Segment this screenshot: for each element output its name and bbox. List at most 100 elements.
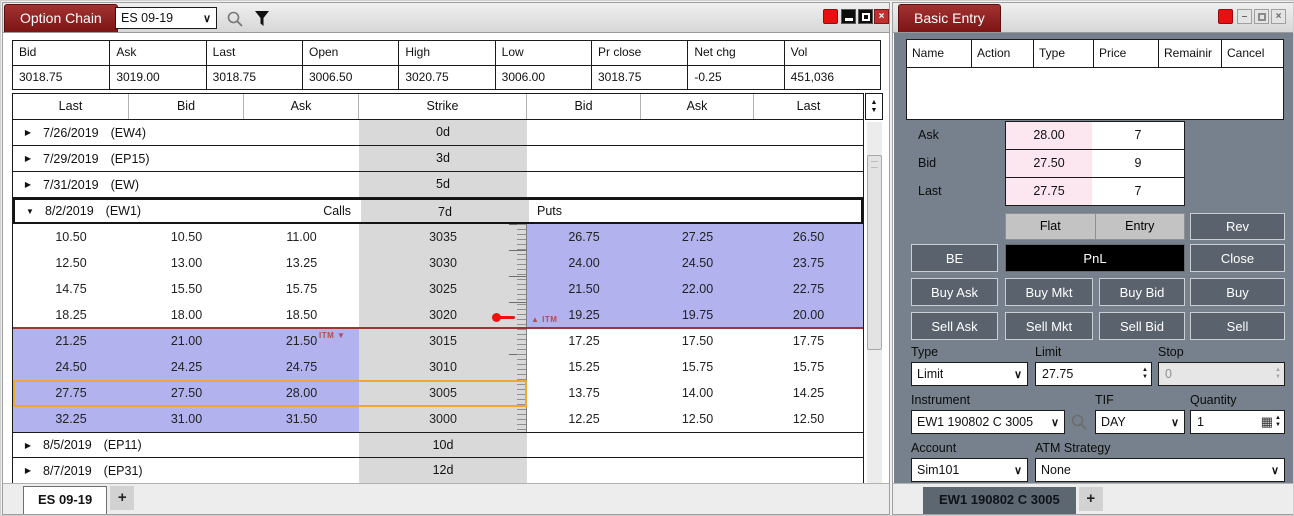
limit-price-stepper[interactable]: 27.75 ▲ ▼: [1035, 362, 1152, 386]
bid-price[interactable]: 27.50: [1005, 149, 1093, 178]
sell-mkt-button[interactable]: Sell Mkt: [1005, 312, 1093, 340]
put-ask-cell[interactable]: 24.50: [641, 250, 754, 276]
step-up-icon[interactable]: ▲: [1275, 415, 1281, 422]
buy-ask-button[interactable]: Buy Ask: [911, 278, 998, 306]
expand-arrow-icon[interactable]: ▶: [13, 466, 43, 475]
put-bid-cell[interactable]: 15.25: [527, 354, 641, 380]
quantity-stepper[interactable]: 1 ▦ ▲ ▼: [1190, 410, 1285, 434]
sell-button[interactable]: Sell: [1190, 312, 1285, 340]
put-last-cell[interactable]: 20.00: [754, 302, 863, 328]
call-bid-cell[interactable]: 21.00: [129, 328, 244, 354]
scrollbar-arrow-buttons[interactable]: ▲ ▼: [865, 93, 883, 120]
buy-button[interactable]: Buy: [1190, 278, 1285, 306]
instrument-selector[interactable]: ES 09-19 ∨: [115, 7, 217, 29]
put-ask-cell[interactable]: 17.50: [641, 328, 754, 354]
add-tab-button[interactable]: +: [110, 486, 134, 510]
instrument-search-icon[interactable]: [1070, 413, 1088, 431]
expand-arrow-icon[interactable]: ▶: [13, 441, 43, 450]
call-bid-cell[interactable]: 31.00: [129, 406, 244, 432]
call-ask-cell[interactable]: 24.75: [244, 354, 359, 380]
call-ask-cell[interactable]: 11.00: [244, 224, 359, 250]
minimize-button[interactable]: –: [1237, 9, 1252, 24]
account-dropdown[interactable]: Sim101 ∨: [911, 458, 1028, 482]
add-tab-button[interactable]: +: [1079, 487, 1103, 511]
entry-button[interactable]: Entry: [1096, 214, 1185, 239]
expiry-row[interactable]: ▶ 8/7/2019 (EP31) 12d: [13, 458, 863, 484]
put-ask-cell[interactable]: 22.00: [641, 276, 754, 302]
call-ask-cell[interactable]: 13.25: [244, 250, 359, 276]
put-ask-cell[interactable]: 15.75: [641, 354, 754, 380]
instrument-dropdown[interactable]: EW1 190802 C 3005 ∨: [911, 410, 1065, 434]
close-button[interactable]: ×: [1271, 9, 1286, 24]
step-up-icon[interactable]: ▲: [1142, 367, 1148, 374]
last-price[interactable]: 27.75: [1005, 177, 1093, 206]
reverse-button[interactable]: Rev: [1190, 213, 1285, 240]
tab-ew1-190802-c-3005[interactable]: EW1 190802 C 3005: [923, 487, 1076, 514]
call-ask-cell[interactable]: 15.75: [244, 276, 359, 302]
collapse-arrow-icon[interactable]: ▼: [15, 207, 45, 216]
put-bid-cell[interactable]: 13.75: [527, 380, 641, 406]
put-bid-cell[interactable]: 21.50: [527, 276, 641, 302]
call-bid-cell[interactable]: 13.00: [129, 250, 244, 276]
pnl-display[interactable]: PnL: [1005, 244, 1185, 272]
call-last-cell[interactable]: 24.50: [13, 354, 129, 380]
expand-arrow-icon[interactable]: ▶: [13, 128, 43, 137]
call-bid-cell[interactable]: 18.00: [129, 302, 244, 328]
put-last-cell[interactable]: 12.50: [754, 406, 863, 432]
atm-strategy-dropdown[interactable]: None ∨: [1035, 458, 1285, 482]
call-last-cell[interactable]: 14.75: [13, 276, 129, 302]
call-last-cell[interactable]: 21.25: [13, 328, 129, 354]
tab-es-09-19[interactable]: ES 09-19: [23, 486, 107, 514]
sell-bid-button[interactable]: Sell Bid: [1099, 312, 1185, 340]
put-ask-cell[interactable]: 27.25: [641, 224, 754, 250]
call-last-cell[interactable]: 10.50: [13, 224, 129, 250]
maximize-button[interactable]: [858, 9, 873, 24]
call-last-cell[interactable]: 18.25: [13, 302, 129, 328]
minimize-button[interactable]: [841, 9, 856, 24]
scrollbar-track[interactable]: [867, 122, 882, 484]
chain-scrollbar[interactable]: ▲ ▼: [865, 93, 883, 484]
call-bid-cell[interactable]: 24.25: [129, 354, 244, 380]
put-last-cell[interactable]: 22.75: [754, 276, 863, 302]
scroll-up-icon[interactable]: ▲: [871, 99, 878, 107]
put-bid-cell[interactable]: 17.25: [527, 328, 641, 354]
maximize-button[interactable]: [1254, 9, 1269, 24]
scroll-down-icon[interactable]: ▼: [871, 107, 878, 115]
close-position-button[interactable]: Close: [1190, 244, 1285, 272]
tif-dropdown[interactable]: DAY ∨: [1095, 410, 1185, 434]
search-icon[interactable]: [226, 10, 244, 28]
buy-mkt-button[interactable]: Buy Mkt: [1005, 278, 1093, 306]
sell-ask-button[interactable]: Sell Ask: [911, 312, 998, 340]
put-bid-cell[interactable]: 12.25: [527, 406, 641, 432]
expiry-row[interactable]: ▶ 7/26/2019 (EW4) 0d: [13, 120, 863, 146]
expiry-row[interactable]: ▶ 8/5/2019 (EP11) 10d: [13, 432, 863, 458]
option-chain-titlebar[interactable]: Option Chain ES 09-19 ∨ ×: [3, 3, 889, 33]
call-bid-cell[interactable]: 10.50: [129, 224, 244, 250]
order-type-dropdown[interactable]: Limit ∨: [911, 362, 1028, 386]
stepper-arrows[interactable]: ▲ ▼: [1142, 367, 1151, 381]
breakeven-button[interactable]: BE: [911, 244, 998, 272]
close-button[interactable]: ×: [874, 9, 889, 24]
stepper-arrows[interactable]: ▲ ▼: [1275, 415, 1284, 429]
filter-icon[interactable]: [254, 10, 270, 27]
call-last-cell[interactable]: 12.50: [13, 250, 129, 276]
expiry-row-expanded[interactable]: ▼ 8/2/2019 (EW1) Calls 7d Puts: [13, 198, 863, 224]
link-color-button[interactable]: [823, 9, 838, 24]
buy-bid-button[interactable]: Buy Bid: [1099, 278, 1185, 306]
put-ask-cell[interactable]: 19.75: [641, 302, 754, 328]
put-last-cell[interactable]: 23.75: [754, 250, 863, 276]
expand-arrow-icon[interactable]: ▶: [13, 154, 43, 163]
expand-arrow-icon[interactable]: ▶: [13, 180, 43, 189]
flat-button[interactable]: Flat: [1006, 214, 1096, 239]
call-last-cell[interactable]: 32.25: [13, 406, 129, 432]
basic-entry-titlebar[interactable]: Basic Entry – ×: [893, 3, 1293, 33]
step-down-icon[interactable]: ▼: [1275, 422, 1281, 429]
calculator-icon[interactable]: ▦: [1261, 414, 1275, 430]
expiry-row[interactable]: ▶ 7/29/2019 (EP15) 3d: [13, 146, 863, 172]
scrollbar-thumb[interactable]: [867, 155, 882, 350]
put-last-cell[interactable]: 15.75: [754, 354, 863, 380]
put-ask-cell[interactable]: 12.50: [641, 406, 754, 432]
put-bid-cell[interactable]: 24.00: [527, 250, 641, 276]
call-bid-cell[interactable]: 15.50: [129, 276, 244, 302]
expiry-row[interactable]: ▶ 7/31/2019 (EW) 5d: [13, 172, 863, 198]
